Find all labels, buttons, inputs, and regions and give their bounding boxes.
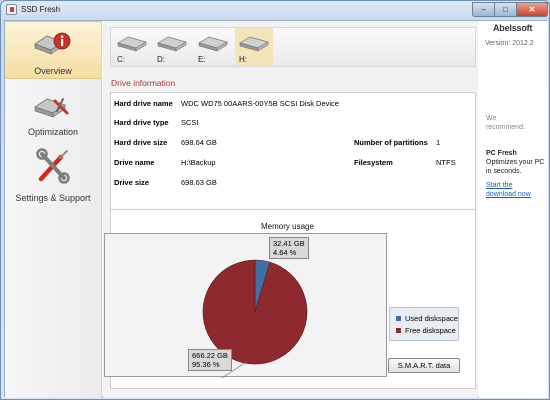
legend-swatch-used [396, 316, 401, 321]
legend-item-free: Free diskspace [396, 326, 456, 335]
filesystem-label: Filesystem [354, 158, 393, 167]
maximize-button[interactable]: □ [495, 2, 517, 17]
wrench-screwdriver-icon [36, 148, 70, 184]
chart-legend: Used diskspace Free diskspace [389, 307, 459, 341]
drive-label: H: [239, 55, 247, 64]
drive-tab-d[interactable]: D: [153, 28, 191, 66]
client-area: Overview Optimization Settings & Support… [4, 20, 548, 398]
drive-tab-e[interactable]: E: [194, 28, 232, 66]
chart-title: Memory usage [261, 222, 314, 231]
app-icon [6, 4, 17, 15]
free-callout: 666.22 GB 95.36 % [188, 349, 232, 371]
ssd-tools-icon [34, 98, 69, 118]
legend-item-used: Used diskspace [396, 314, 458, 323]
drive-label: D: [157, 55, 165, 64]
legend-swatch-free [396, 328, 401, 333]
sidebar-item-settings-support[interactable]: Settings & Support [5, 145, 101, 207]
product-info: PC Fresh Optimizes your PC in seconds. [486, 149, 544, 176]
used-callout: 32.41 GB 4.64 % [269, 237, 309, 259]
drive-label: C: [117, 55, 125, 64]
drive-name-label: Drive name [114, 158, 155, 167]
recommend-text: We recommend: [486, 114, 525, 132]
memory-usage-chart: Memory usage 32.41 GB 4.64 % 666.22 GB 9… [104, 209, 476, 389]
maximize-icon: □ [503, 5, 508, 14]
drive-size-label: Drive size [114, 178, 150, 187]
ssd-info-icon [34, 32, 71, 55]
download-link-line-1[interactable]: Start the [486, 181, 546, 190]
partitions-value: 1 [436, 138, 441, 147]
recommend-line-1: We [486, 115, 497, 122]
used-size-label: 32.41 GB [273, 239, 305, 248]
sidebar-item-overview[interactable]: Overview [5, 21, 101, 79]
app-window: SSD Fresh ‒ □ ✕ Overview Optimization Se… [0, 0, 550, 400]
drive-icon [239, 36, 269, 52]
hard-drive-size-value: 698.64 GB [181, 138, 217, 147]
filesystem-value: NTFS [436, 158, 456, 167]
product-name: PC Fresh [486, 150, 517, 157]
close-icon: ✕ [528, 5, 536, 14]
brand-logo: Abelssoft [493, 23, 533, 33]
drive-icon [157, 36, 187, 52]
section-title: Drive information [111, 78, 176, 88]
close-button[interactable]: ✕ [517, 2, 548, 17]
drive-info-panel: Hard drive name WDC WD75 00AARS-00Y5B SC… [110, 92, 476, 218]
sidebar-item-label: Optimization [27, 127, 79, 137]
free-size-label: 666.22 GB [192, 351, 228, 360]
minimize-button[interactable]: ‒ [472, 2, 495, 17]
free-pct-label: 95.36 % [192, 360, 220, 369]
partitions-label: Number of partitions [354, 138, 428, 147]
legend-label-used: Used diskspace [405, 314, 458, 323]
drive-selector: C: D: E: H: [110, 27, 476, 67]
main-panel: C: D: E: H: Drive information Hard drive… [103, 21, 478, 398]
product-desc-line-2: in seconds. [486, 168, 522, 175]
hard-drive-type-value: SCSI [181, 118, 199, 127]
chart-plot-area [104, 233, 387, 383]
download-link[interactable]: Start the download now [486, 181, 546, 199]
sidebar: Overview Optimization Settings & Support [5, 21, 102, 398]
product-desc-line-1: Optimizes your PC [486, 159, 545, 166]
legend-label-free: Free diskspace [405, 326, 456, 335]
hard-drive-name-label: Hard drive name [114, 99, 173, 108]
smart-data-button[interactable]: S.M.A.R.T. data [388, 358, 460, 373]
hard-drive-type-label: Hard drive type [114, 118, 169, 127]
drive-tab-c[interactable]: C: [113, 28, 151, 66]
recommend-line-2: recommend: [486, 124, 525, 131]
window-title: SSD Fresh [21, 5, 61, 14]
drive-tab-h[interactable]: H: [235, 28, 273, 66]
hard-drive-name-value: WDC WD75 00AARS-00Y5B SCSI Disk Device [181, 99, 339, 108]
sidebar-item-label: Settings & Support [15, 193, 91, 203]
hard-drive-size-label: Hard drive size [114, 138, 168, 147]
minimize-icon: ‒ [481, 5, 486, 14]
drive-icon [198, 36, 228, 52]
pie-chart [202, 259, 308, 383]
used-pct-label: 4.64 % [273, 248, 297, 257]
sidebar-item-optimization[interactable]: Optimization [5, 83, 101, 143]
download-link-line-2[interactable]: download now [486, 190, 546, 199]
drive-icon [117, 36, 147, 52]
version-label: Version: 2012.2 [485, 40, 534, 47]
right-panel: Abelssoft Version: 2012.2 We recommend: … [479, 21, 548, 398]
drive-label: E: [198, 55, 206, 64]
drive-name-value: H:\Backup [181, 158, 216, 167]
title-bar[interactable]: SSD Fresh ‒ □ ✕ [1, 1, 549, 19]
sidebar-item-label: Overview [34, 66, 72, 76]
drive-size-value: 698.63 GB [181, 178, 217, 187]
